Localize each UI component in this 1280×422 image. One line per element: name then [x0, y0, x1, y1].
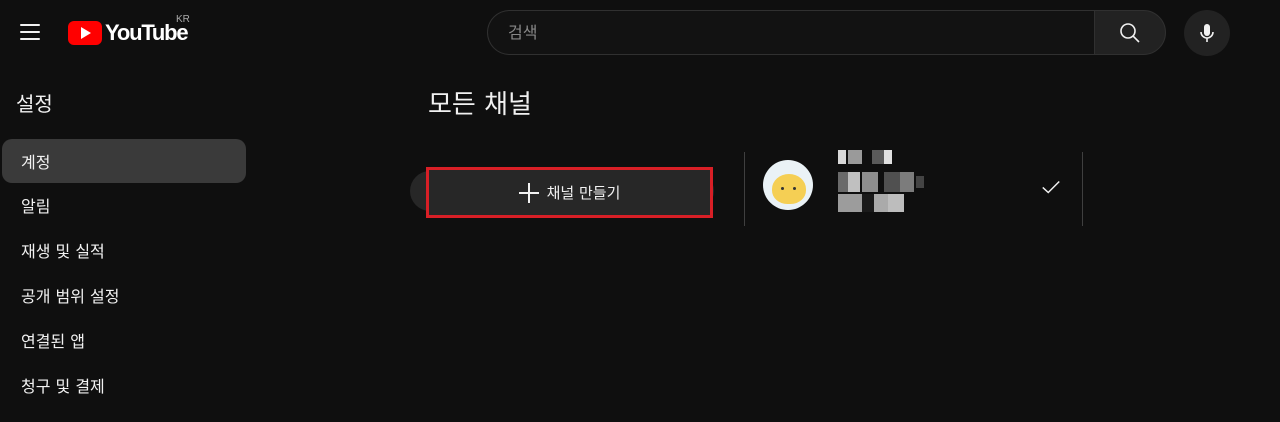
- obscured-channel-handle: [838, 172, 938, 192]
- chick-avatar-image: [772, 174, 806, 204]
- obscured-channel-name: [838, 150, 898, 164]
- mic-icon: [1200, 24, 1214, 42]
- page-title: 모든 채널: [428, 90, 532, 120]
- top-bar: YouTube KR: [0, 0, 1280, 66]
- create-channel-label: 채널 만들기: [546, 184, 621, 202]
- search-input[interactable]: [508, 23, 1094, 42]
- sidebar-item-privacy[interactable]: 공개 범위 설정: [2, 273, 246, 317]
- sidebar-title: 설정: [16, 92, 53, 116]
- voice-search-button[interactable]: [1184, 10, 1230, 56]
- sidebar-item-account[interactable]: 계정: [2, 139, 246, 183]
- channel-card[interactable]: [746, 150, 1082, 226]
- sidebar-item-playback[interactable]: 재생 및 실적: [2, 228, 246, 272]
- divider: [1082, 152, 1083, 226]
- sidebar-item-notifications[interactable]: 알림: [2, 183, 246, 227]
- sidebar-item-billing[interactable]: 청구 및 결제: [2, 363, 246, 407]
- divider: [744, 152, 745, 226]
- obscured-channel-info: [838, 194, 908, 212]
- settings-sidebar: 설정 계정 알림 재생 및 실적 공개 범위 설정 연결된 앱 청구 및 결제: [0, 66, 260, 422]
- region-code: KR: [176, 14, 190, 25]
- search-button[interactable]: [1094, 10, 1166, 55]
- sidebar-item-connected-apps[interactable]: 연결된 앱: [2, 318, 246, 362]
- search-icon: [1120, 22, 1140, 43]
- create-channel-button[interactable]: 채널 만들기: [426, 167, 713, 218]
- avatar: [763, 160, 813, 210]
- menu-icon[interactable]: [12, 14, 48, 50]
- check-icon: [1042, 180, 1060, 194]
- youtube-logo[interactable]: YouTube: [68, 20, 189, 46]
- youtube-play-icon: [68, 21, 102, 45]
- search-box: [487, 10, 1094, 55]
- plus-icon: [518, 182, 539, 203]
